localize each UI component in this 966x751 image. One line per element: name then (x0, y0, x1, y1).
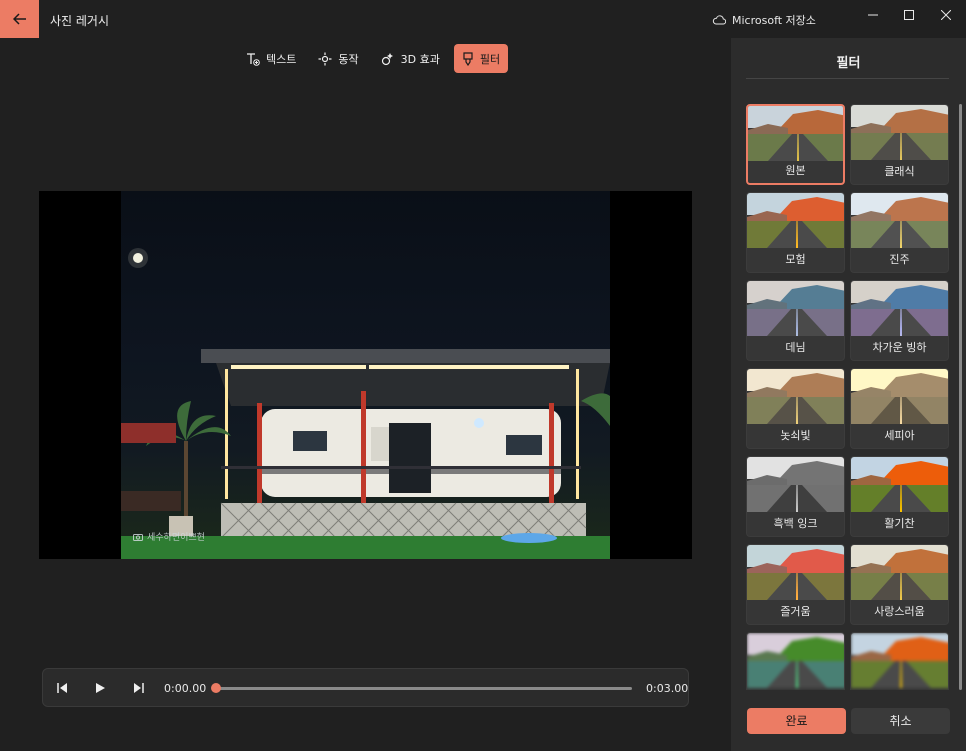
filter-card[interactable]: 흑백 잉크 (746, 456, 845, 537)
filter-label: 원본 (785, 164, 806, 177)
filter-thumbnail (851, 193, 948, 248)
play-button[interactable] (90, 678, 110, 698)
filter-label: 활기찬 (884, 517, 915, 530)
filter-label: 즐거움 (780, 605, 811, 618)
3d-effects-tool-button[interactable]: 3D 효과 (373, 44, 448, 73)
filter-card[interactable] (746, 632, 845, 690)
filter-thumbnail (748, 106, 843, 161)
skip-back-icon (57, 683, 67, 693)
motion-tool-label: 동작 (338, 52, 359, 66)
filter-thumbnail (747, 281, 844, 336)
divider (746, 78, 949, 79)
motion-tool-button[interactable]: 동작 (310, 44, 366, 73)
filter-thumbnail (747, 633, 844, 688)
photo-watermark: 세수하면이쁘현 (133, 530, 205, 543)
title-bar: 사진 레거시 Microsoft 저장소 (0, 0, 966, 38)
playback-controls: 0:00.00 0:03.00 (42, 668, 689, 707)
camping-trailer-photo (121, 248, 610, 559)
filter-thumbnail (747, 457, 844, 512)
photo-preview: 세수하면이쁘현 (39, 191, 692, 559)
filter-label (851, 687, 948, 690)
back-button[interactable] (0, 0, 39, 38)
filter-card[interactable]: 활기찬 (850, 456, 949, 537)
filter-card[interactable]: 세피아 (850, 368, 949, 449)
filter-thumbnail (851, 545, 948, 600)
filter-thumbnail (747, 545, 844, 600)
previous-frame-button[interactable] (52, 678, 72, 698)
done-button[interactable]: 완료 (747, 708, 846, 734)
filter-label: 사랑스러움 (874, 605, 925, 618)
editor-pane: 텍스트 동작 3D 효과 필터 세수하면이쁘현 0:00.00 0:03.00 (0, 38, 731, 751)
filter-thumbnail (851, 281, 948, 336)
close-icon (941, 10, 951, 20)
filter-thumbnail (851, 633, 948, 688)
current-time: 0:00.00 (164, 682, 207, 695)
filter-card[interactable]: 모험 (746, 192, 845, 273)
filter-card[interactable]: 클래식 (850, 104, 949, 185)
filter-panel-title: 필터 (836, 56, 861, 71)
photo-image: 세수하면이쁘현 (121, 191, 610, 559)
filter-card[interactable]: 차가운 빙하 (850, 280, 949, 361)
close-button[interactable] (931, 4, 961, 26)
filter-label: 흑백 잉크 (773, 517, 818, 530)
arrow-left-icon (12, 13, 26, 25)
filter-card[interactable]: 데님 (746, 280, 845, 361)
filter-label: 클래식 (884, 165, 915, 178)
watermark-text: 세수하면이쁘현 (147, 533, 205, 543)
text-tool-button[interactable]: 텍스트 (238, 44, 304, 73)
filter-card[interactable]: 즐거움 (746, 544, 845, 625)
text-tool-label: 텍스트 (266, 52, 297, 66)
3d-effects-tool-label: 3D 효과 (400, 52, 440, 66)
camera-icon (133, 533, 143, 541)
play-icon (96, 683, 105, 693)
cloud-icon (712, 15, 726, 25)
3d-effects-icon (381, 52, 393, 65)
app-title: 사진 레거시 (50, 14, 110, 28)
text-icon (247, 52, 260, 66)
seek-thumb[interactable] (211, 683, 221, 693)
filter-label (747, 687, 844, 690)
filter-scrollbar[interactable] (959, 104, 962, 690)
edit-toolbar: 텍스트 동작 3D 효과 필터 (238, 44, 509, 73)
filter-card[interactable]: 사랑스러움 (850, 544, 949, 625)
total-time: 0:03.00 (646, 682, 689, 695)
microsoft-store-link[interactable]: Microsoft 저장소 (712, 12, 816, 28)
minimize-button[interactable] (858, 4, 888, 26)
filter-label: 차가운 빙하 (872, 341, 927, 354)
filter-label: 모험 (785, 253, 806, 266)
filter-grid: 원본 클래식모험 진주데님 차가운 빙하놋쇠빛 세피아흑백 잉크 활기찬즐거움 사랑스러움 (746, 104, 951, 690)
cancel-button[interactable]: 취소 (851, 708, 950, 734)
minimize-icon (868, 14, 878, 16)
filter-tool-button[interactable]: 필터 (453, 44, 509, 73)
filter-thumbnail (747, 369, 844, 424)
skip-forward-icon (134, 683, 144, 693)
motion-icon (318, 52, 332, 65)
filter-label: 데님 (785, 341, 806, 354)
filter-thumbnail (851, 457, 948, 512)
store-link-label: Microsoft 저장소 (732, 14, 816, 27)
filter-thumbnail (747, 193, 844, 248)
filter-label: 진주 (889, 253, 910, 266)
filter-icon (463, 51, 473, 66)
next-frame-button[interactable] (129, 678, 149, 698)
filter-label: 세피아 (884, 429, 915, 442)
seek-track[interactable] (217, 687, 632, 690)
filter-card[interactable]: 진주 (850, 192, 949, 273)
filter-card[interactable]: 원본 (746, 104, 845, 185)
filter-thumbnail (851, 105, 948, 160)
maximize-button[interactable] (894, 4, 924, 26)
maximize-icon (904, 10, 914, 20)
filter-card[interactable]: 놋쇠빛 (746, 368, 845, 449)
filter-thumbnail (851, 369, 948, 424)
filter-tool-label: 필터 (479, 52, 501, 66)
filter-panel: 필터 원본 클래식모험 진주데님 차가운 빙하놋쇠빛 세피아흑백 잉크 활기찬즐거움 사랑스… (731, 38, 966, 751)
filter-label: 놋쇠빛 (780, 429, 811, 442)
filter-card[interactable] (850, 632, 949, 690)
